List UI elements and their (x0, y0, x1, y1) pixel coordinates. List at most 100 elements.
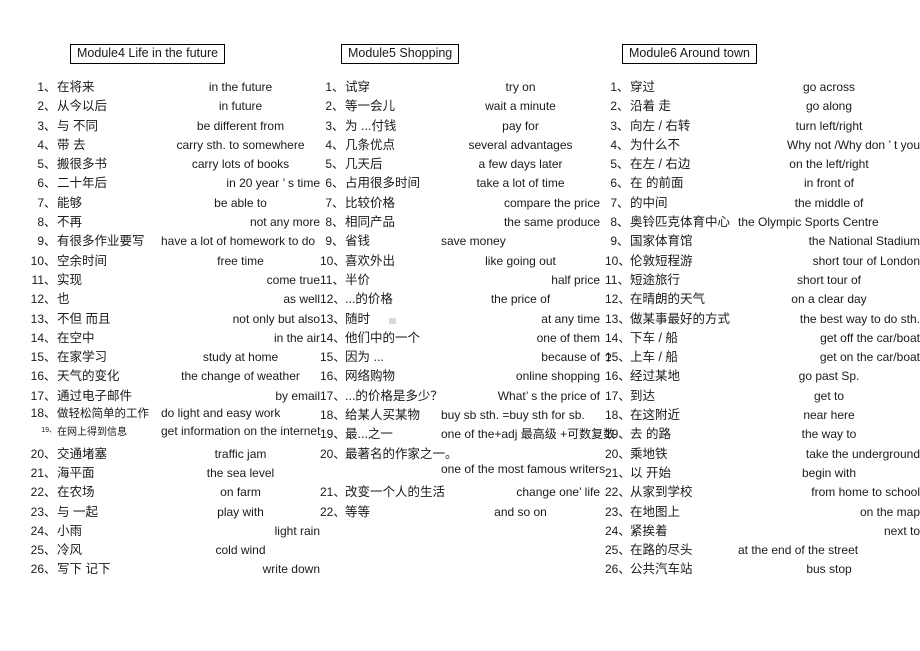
entry-number: 10、 (605, 253, 631, 268)
vocab-row: 4、 为什么不 Why not /Why don ’ t you (605, 134, 920, 153)
entry-chinese: 喜欢外出 (345, 253, 396, 268)
vocab-row: 20、 交通堵塞 traffic jam (30, 443, 320, 462)
entry-number: 26、 (30, 562, 56, 577)
entry-english: the Olympic Sports Centre (738, 215, 879, 230)
vocab-row: 12、 也 as well (30, 288, 320, 307)
entry-english: begin with (801, 465, 857, 480)
entry-number: 7、 (37, 195, 56, 210)
entry-english: short tour of London (812, 253, 920, 268)
entry-english: several advantages (468, 137, 573, 152)
entry-chinese: 做轻松简单的工作 (57, 408, 149, 421)
entry-number: 10、 (30, 253, 56, 268)
entry-chinese: 乘地铁 (630, 446, 668, 461)
entry-number: 6、 (325, 176, 344, 191)
entry-number: 17、 (605, 388, 631, 403)
entry-number: 19、 (605, 427, 631, 442)
vocab-row: 5、 在左 / 右边 on the left/right (605, 153, 920, 172)
entry-number: 5、 (37, 157, 56, 172)
entry-english: write down (262, 562, 320, 577)
entry-chinese: 在这附近 (630, 408, 681, 423)
entry-english: one of the most famous writers (441, 461, 606, 476)
entry-number: 4、 (37, 137, 56, 152)
entry-list-module5: 1、 试穿 try on 2、 等一会儿 wait a minute 3、 为 … (320, 76, 615, 520)
vocab-row: 18、 做轻松简单的工作 do light and easy work (30, 404, 320, 423)
entry-chinese: 在路的尽头 (630, 543, 693, 558)
vocab-row: 14、 下车 / 船 get off the car/boat (605, 327, 920, 346)
entry-chinese: 去 的路 (630, 427, 671, 442)
entry-chinese: 下车 / 船 (630, 330, 678, 345)
entry-number: 14、 (605, 330, 631, 345)
vocab-row: 13、 随时 at any time (320, 308, 600, 327)
entry-chinese: 在晴朗的天气 (630, 292, 706, 307)
column-module4: Module4 Life in the future 1、 在将来 in the… (30, 44, 320, 578)
entry-number: 16、 (30, 369, 56, 384)
entry-chinese: 上车 / 船 (630, 350, 678, 365)
entry-english: study at home (202, 350, 279, 365)
vocab-row: 7、 的中间 the middle of (605, 192, 920, 211)
entry-chinese: 奥铃匹克体育中心 (630, 215, 731, 230)
entry-english: What’ s the price of (497, 388, 600, 403)
entry-number: 13、 (30, 311, 56, 326)
entry-number: 9、 (325, 234, 344, 249)
entry-english: the price of (490, 292, 551, 307)
vocab-row: 5、 搬很多书 carry lots of books (30, 153, 320, 172)
entry-number: 18、 (605, 408, 631, 423)
entry-number: 3、 (37, 118, 56, 133)
vocab-row: 11、 短途旅行 short tour of (605, 269, 920, 288)
vocab-row: 4、 几条优点 several advantages (320, 134, 600, 153)
vocab-row: 25、 在路的尽头 at the end of the street (605, 539, 920, 558)
vocab-row: 4、 带 去 carry sth. to somewhere (30, 134, 320, 153)
entry-list-module4: 1、 在将来 in the future 2、 从今以后 in future 3… (30, 76, 321, 578)
entry-chinese: ...的价格是多少？ (345, 388, 443, 403)
vocab-row: 1、 穿过 go across (605, 76, 920, 95)
entry-english: the sea level (206, 465, 275, 480)
entry-number: 22、 (320, 504, 346, 519)
title-row-module4: Module4 Life in the future (30, 44, 320, 64)
entry-chinese: 二十年后 (57, 176, 108, 191)
entry-chinese: 为 ...付钱 (345, 118, 397, 133)
vocab-row: 24、 紧挨着 next to (605, 520, 920, 539)
entry-number: 24、 (30, 523, 56, 538)
entry-english: in front of (803, 176, 855, 191)
entry-chinese: 几条优点 (345, 137, 396, 152)
vocab-row: 15、 上车 / 船 get on the car/boat (605, 346, 920, 365)
entry-english: the middle of (794, 195, 864, 210)
entry-english: traffic jam (214, 446, 267, 461)
entry-number: 20、 (320, 446, 346, 461)
vocab-row: 10、 伦敦短程游 short tour of London (605, 250, 920, 269)
entry-english: in the future (208, 80, 273, 94)
entry-english: go across (802, 80, 856, 94)
vocab-row: 23、 与 一起 play with (30, 501, 320, 520)
vocab-row: 23、 在地图上 on the map (605, 501, 920, 520)
entry-english: wait a minute (485, 99, 556, 114)
vocab-row: 9、 有很多作业要写 have a lot of homework to do (30, 230, 320, 249)
entry-chinese: 做某事最好的方式 (630, 311, 731, 326)
entry-english: be able to (214, 195, 267, 210)
vocab-row: 18、 给某人买某物 buy sb sth. =buy sth for sb. (320, 404, 600, 423)
entry-chinese: 在农场 (57, 485, 95, 500)
vocab-row: 7、 能够 be able to (30, 192, 320, 211)
entry-number: 11、 (320, 272, 345, 287)
entry-english: in future (218, 99, 263, 114)
vocab-row: 8、 奥铃匹克体育中心 the Olympic Sports Centre (605, 211, 920, 230)
entry-english: not only but also (232, 311, 320, 326)
vocab-row: 9、 国家体育馆 the National Stadium (605, 230, 920, 249)
entry-english: bus stop (806, 562, 852, 577)
entry-number: 21、 (320, 485, 346, 500)
vocab-row: 21、 以 开始 begin with (605, 462, 920, 481)
entry-chinese: 也 (57, 292, 70, 307)
entry-number: 6、 (610, 176, 629, 191)
entry-chinese: 等等 (345, 504, 371, 519)
entry-number: 15、 (320, 350, 346, 365)
entry-english: at the end of the street (738, 543, 859, 558)
entry-number: 18、 (320, 408, 346, 423)
entry-english: carry lots of books (191, 157, 290, 172)
entry-number: 26、 (605, 562, 631, 577)
vocab-row: 8、 不再 not any more (30, 211, 320, 230)
vocab-row: 9、 省钱 save money (320, 230, 600, 249)
entry-number: 3、 (325, 118, 344, 133)
entry-number: 7、 (610, 195, 629, 210)
entry-chinese: 经过某地 (630, 369, 681, 384)
entry-number: 17、 (30, 388, 56, 403)
entry-english: the best way to do sth. (799, 311, 920, 326)
